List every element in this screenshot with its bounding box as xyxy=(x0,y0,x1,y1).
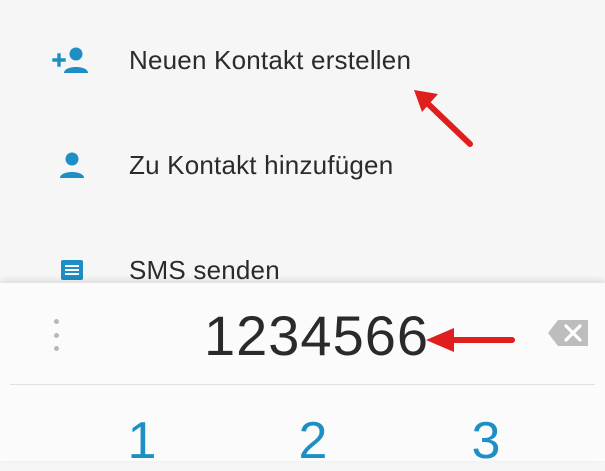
backspace-icon[interactable] xyxy=(546,318,590,348)
number-row: 1234566 xyxy=(0,283,605,383)
menu-item-label: Zu Kontakt hinzufügen xyxy=(129,149,394,180)
menu-item-create-contact[interactable]: Neuen Kontakt erstellen xyxy=(0,16,605,104)
menu-item-add-to-contact[interactable]: Zu Kontakt hinzufügen xyxy=(0,121,605,209)
divider xyxy=(10,384,595,385)
dialpad-panel: 1234566 1 2 3 xyxy=(0,283,605,470)
contact-actions-menu: Neuen Kontakt erstellen Zu Kontakt hinzu… xyxy=(0,0,605,290)
overflow-menu-icon[interactable] xyxy=(52,319,60,351)
dial-key-2[interactable]: 2 xyxy=(283,411,343,471)
dial-key-1[interactable]: 1 xyxy=(112,411,172,471)
message-icon xyxy=(48,254,92,286)
menu-item-label: Neuen Kontakt erstellen xyxy=(129,44,412,75)
dial-key-3[interactable]: 3 xyxy=(456,411,516,471)
menu-item-label: SMS senden xyxy=(129,254,280,285)
dialed-number[interactable]: 1234566 xyxy=(204,303,429,368)
person-icon xyxy=(48,149,92,181)
add-person-icon xyxy=(48,44,92,76)
